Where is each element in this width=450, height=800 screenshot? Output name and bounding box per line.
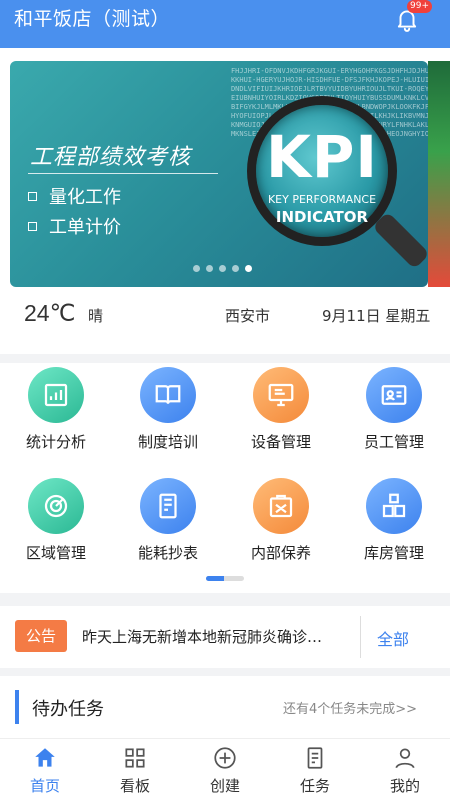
notice-bar[interactable]: 公告 昨天上海无新增本地新冠肺炎确诊… 全部 xyxy=(0,606,450,668)
bottom-tab-bar: 首页 看板 创建 任务 我的 xyxy=(0,738,450,800)
grid-icon xyxy=(125,748,145,768)
radar-icon xyxy=(44,494,68,518)
kpi-subtitle-1: KEY PERFORMANCE xyxy=(267,193,377,206)
next-banner-peek xyxy=(428,61,450,287)
weather-city: 西安市 xyxy=(225,307,271,325)
tab-home[interactable]: 首页 xyxy=(15,745,75,796)
carousel-dot[interactable] xyxy=(232,265,239,272)
func-staff[interactable]: 员工管理 xyxy=(344,367,444,452)
square-bullet-icon xyxy=(28,221,37,231)
func-maintenance[interactable]: 内部保养 xyxy=(231,478,331,563)
user-icon xyxy=(395,748,415,769)
tab-mine[interactable]: 我的 xyxy=(375,745,435,796)
meter-icon xyxy=(159,493,177,519)
tab-tasks[interactable]: 任务 xyxy=(285,745,345,796)
func-warehouse[interactable]: 库房管理 xyxy=(344,478,444,563)
function-grid: 统计分析 制度培训 设备管理 员工管理 区域管理 能耗抄表 内部保养 库房管理 xyxy=(0,363,450,593)
todo-title: 待办任务 xyxy=(32,699,104,720)
monitor-icon xyxy=(268,383,294,407)
tools-icon xyxy=(269,494,293,518)
chart-icon xyxy=(44,383,68,407)
grid-page-indicator xyxy=(206,576,244,581)
weather-condition: 晴 xyxy=(88,307,104,325)
carousel-dot-active[interactable] xyxy=(245,265,252,272)
carousel-dot[interactable] xyxy=(219,265,226,272)
func-area[interactable]: 区域管理 xyxy=(6,478,106,563)
app-header: 和平饭店（测试） 99+ xyxy=(0,0,450,48)
notification-badge: 99+ xyxy=(407,0,432,13)
notice-text[interactable]: 昨天上海无新增本地新冠肺炎确诊… xyxy=(82,626,352,647)
divider xyxy=(360,616,361,658)
notice-all-link[interactable]: 全部 xyxy=(377,626,409,650)
carousel-dot[interactable] xyxy=(206,265,213,272)
carousel-dot[interactable] xyxy=(193,265,200,272)
carousel-dots xyxy=(193,265,252,272)
boxes-icon xyxy=(382,493,406,518)
id-card-icon xyxy=(381,385,407,405)
notice-tag: 公告 xyxy=(15,620,67,652)
banner-title: 工程部绩效考核 xyxy=(30,145,192,170)
page-title: 和平饭店（测试） xyxy=(14,8,171,30)
weather-temperature: 24℃ xyxy=(24,300,76,326)
banner-carousel[interactable]: FHJJHRI-OFDNVJKDHFGRJKGUI-ERYHGOHFKGSJDH… xyxy=(10,61,428,287)
func-training[interactable]: 制度培训 xyxy=(118,367,218,452)
weather-date: 9月11日 星期五 xyxy=(322,307,431,325)
todo-more-link[interactable]: 还有4个任务未完成>> xyxy=(283,698,417,717)
task-icon xyxy=(307,747,323,769)
banner-item-1: 量化工作 xyxy=(28,183,121,209)
kpi-subtitle-2: INDICATOR xyxy=(275,208,369,226)
func-statistics[interactable]: 统计分析 xyxy=(6,367,106,452)
square-bullet-icon xyxy=(28,191,37,201)
section-accent-bar xyxy=(15,690,19,724)
home-icon xyxy=(35,748,55,767)
book-icon xyxy=(155,385,181,404)
kpi-text: KPI xyxy=(265,123,379,191)
banner-divider xyxy=(28,173,218,174)
banner-item-2: 工单计价 xyxy=(28,213,121,239)
func-equipment[interactable]: 设备管理 xyxy=(231,367,331,452)
plus-circle-icon xyxy=(214,747,236,769)
func-energy-meter[interactable]: 能耗抄表 xyxy=(118,478,218,563)
tab-dashboard[interactable]: 看板 xyxy=(105,745,165,796)
todo-section: 待办任务 还有4个任务未完成>> xyxy=(0,676,450,738)
tab-create[interactable]: 创建 xyxy=(195,745,255,796)
